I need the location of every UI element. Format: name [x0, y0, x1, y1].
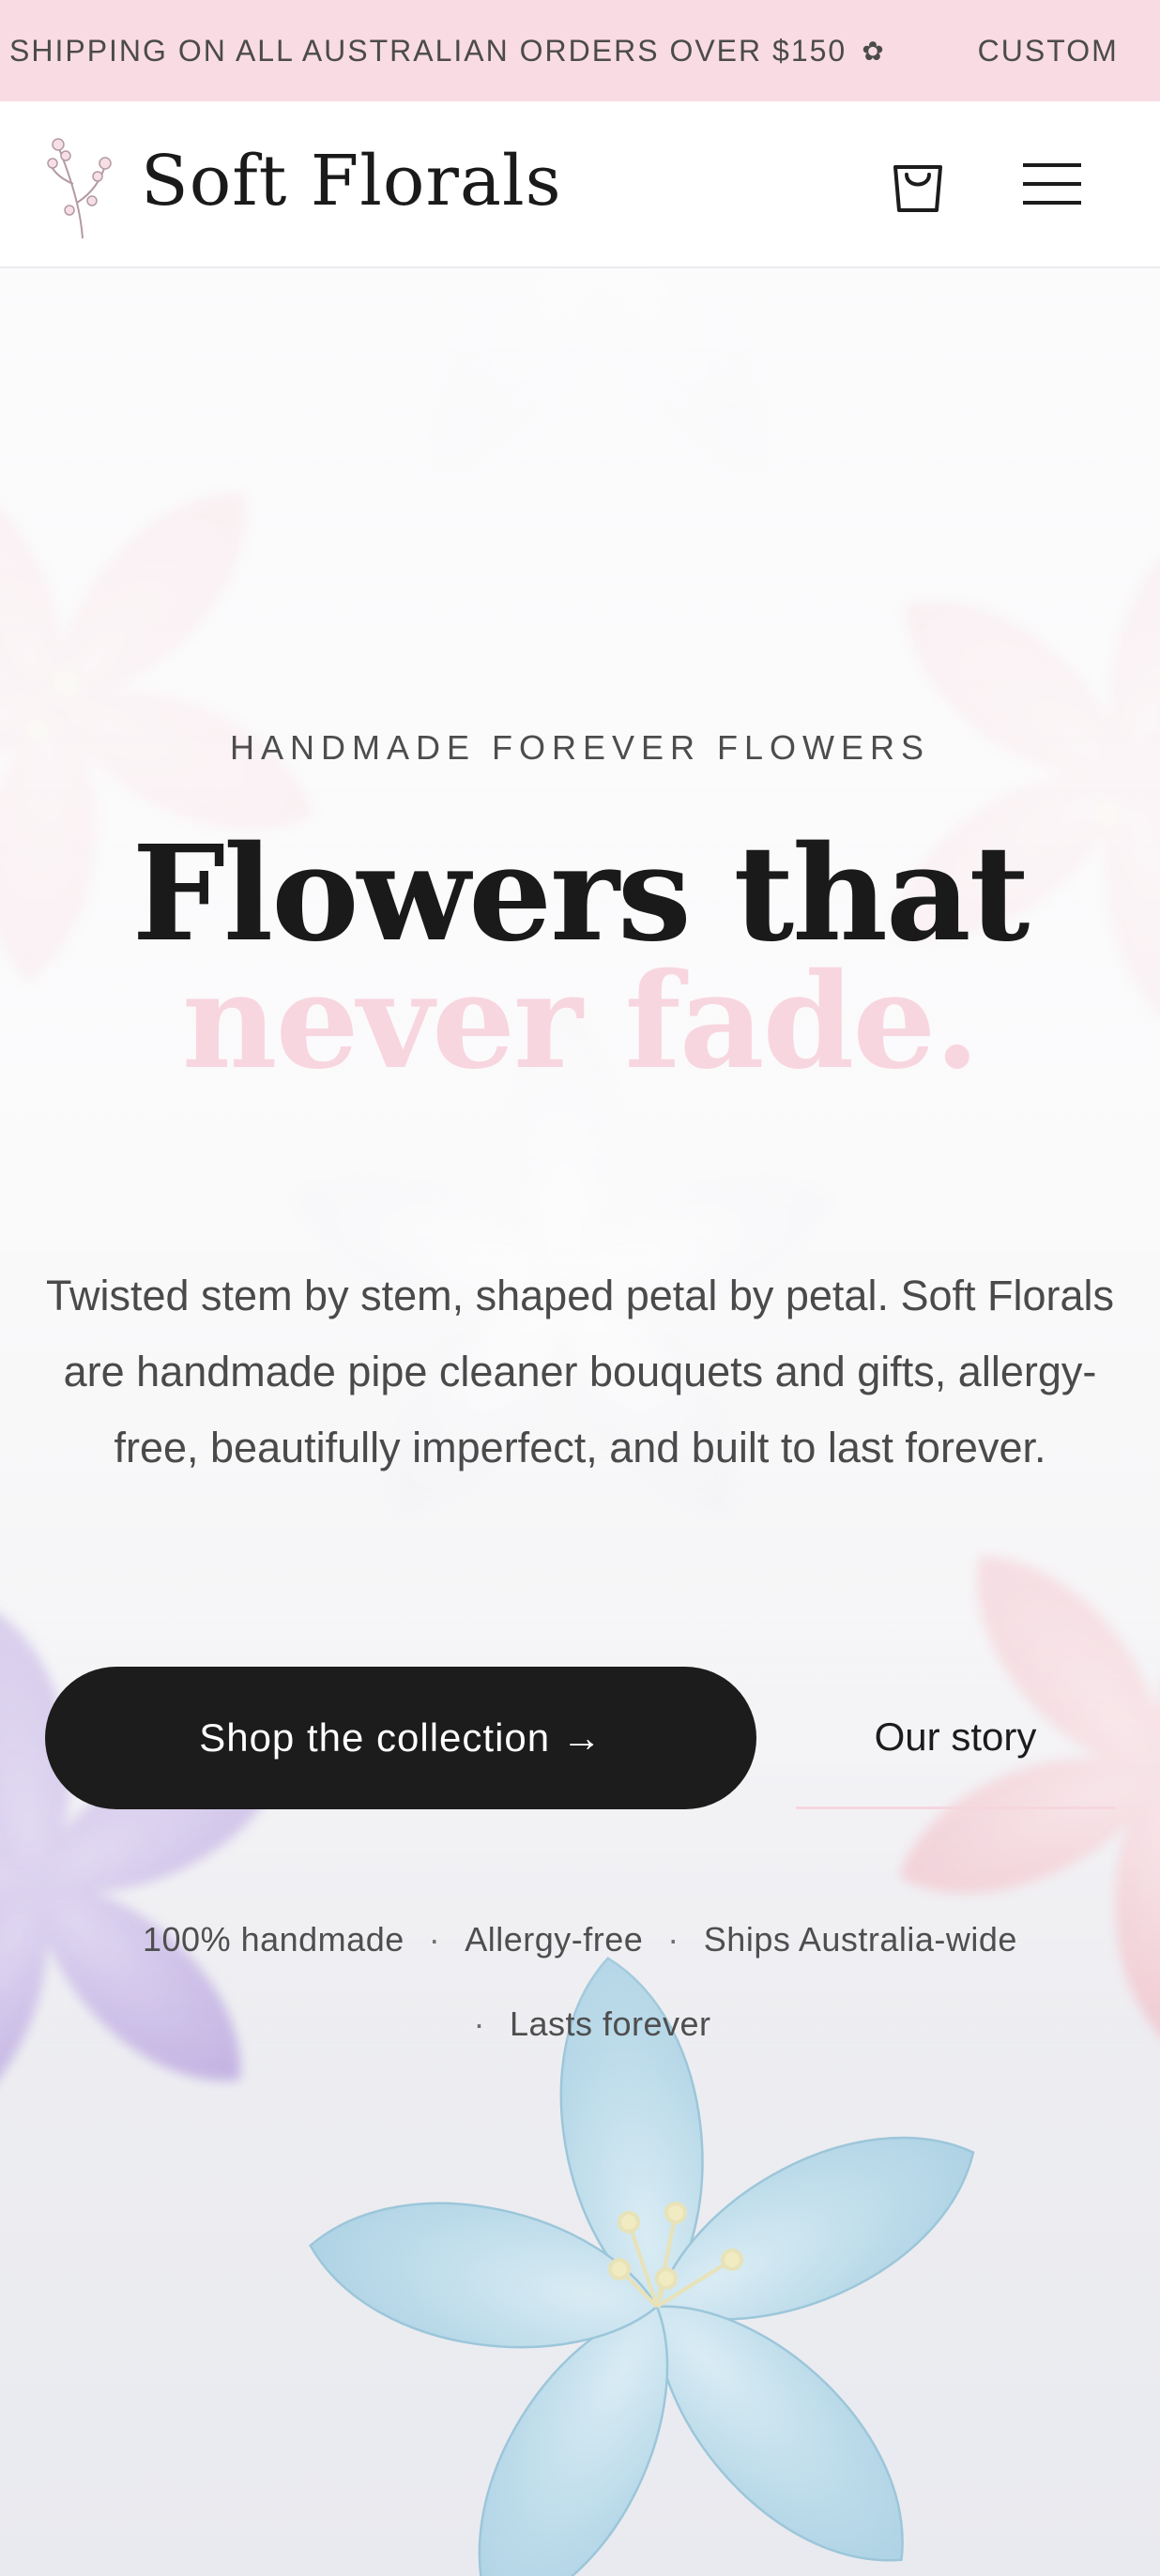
announcement-bar: SHIPPING ON ALL AUSTRALIAN ORDERS OVER $…	[0, 0, 1160, 101]
shopping-bag-icon[interactable]	[886, 150, 950, 218]
feature-separator: ·	[667, 1920, 679, 1959]
site-header: Soft Florals	[0, 101, 1160, 268]
feature-item: Ships Australia-wide	[703, 1920, 1017, 1959]
hamburger-menu-icon[interactable]	[1019, 158, 1085, 210]
feature-list: 100% handmade · Allergy-free · Ships Austral…	[56, 1898, 1104, 2066]
hero-eyebrow: HANDMADE FOREVER FLOWERS	[229, 728, 931, 767]
feature-separator: ·	[473, 2004, 485, 2043]
our-story-link[interactable]: Our story	[796, 1667, 1115, 1809]
flower-icon: ✿	[862, 36, 886, 66]
feature-separator: ·	[428, 1920, 441, 1959]
announcement-track: SHIPPING ON ALL AUSTRALIAN ORDERS OVER $…	[0, 34, 1119, 69]
announcement-item: SHIPPING ON ALL AUSTRALIAN ORDERS OVER $…	[9, 34, 886, 69]
feature-item: 100% handmade	[143, 1920, 404, 1959]
hero-headline: Flowers that	[131, 817, 1030, 971]
feature-item: Lasts forever	[509, 2004, 711, 2043]
hero-description: Twisted stem by stem, shaped petal by pe…	[45, 1272, 1115, 1471]
floral-sprig-icon[interactable]	[45, 128, 130, 244]
shop-collection-button[interactable]: Shop the collection →	[45, 1667, 756, 1809]
announcement-text: SHIPPING ON ALL AUSTRALIAN ORDERS OVER $…	[9, 33, 847, 68]
brand-logo-text[interactable]: Soft Florals	[141, 141, 562, 221]
announcement-item: CUSTOM	[978, 34, 1119, 69]
announcement-text: CUSTOM	[977, 33, 1119, 68]
hero-headline-accent: never fade.	[181, 945, 980, 1099]
feature-item: Allergy-free	[465, 1920, 644, 1959]
